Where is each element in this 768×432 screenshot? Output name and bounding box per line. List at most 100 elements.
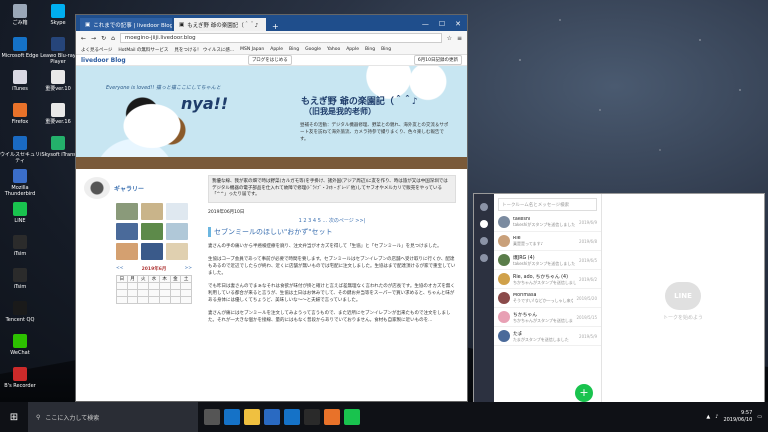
notification-icon[interactable]: ▭ <box>757 414 762 420</box>
chat-icon[interactable] <box>480 220 488 228</box>
bookmark-item[interactable]: よく見るページ <box>81 47 112 53</box>
desktop-icon[interactable]: 重要ver.10 <box>38 70 78 92</box>
desktop-icon[interactable]: iTsim <box>0 235 40 257</box>
chat-item[interactable]: Morimasaそうですい!などか一っしゃし来ないな話合いですよ2019/5/2… <box>494 289 601 308</box>
maximize-icon[interactable]: ☐ <box>439 20 445 28</box>
app-icon <box>13 235 27 249</box>
desktop-icon[interactable]: Mozilla Thunderbird <box>0 169 40 197</box>
explorer-icon[interactable] <box>244 409 260 425</box>
cal-day-header: 金 <box>169 275 182 283</box>
line-taskbar-icon[interactable] <box>344 409 360 425</box>
cal-next-link[interactable]: >> <box>184 266 192 272</box>
gallery-thumb[interactable] <box>141 243 163 260</box>
update-button[interactable]: 6月10日記録の更新 <box>413 55 462 65</box>
new-tab-button[interactable]: + <box>268 22 283 31</box>
back-icon[interactable]: ← <box>81 35 86 42</box>
cal-day-header: 月 <box>126 275 139 283</box>
bookmark-item[interactable]: Google <box>305 47 321 52</box>
avatar <box>498 311 510 323</box>
firefox-icon[interactable] <box>324 409 340 425</box>
gallery-thumb[interactable] <box>116 223 138 240</box>
desktop-icon[interactable]: Firefox <box>0 103 40 125</box>
bookmarks-bar: よく見るページ HotMail の無料サービス 見をつける！ ウイルスに感... MS… <box>76 45 467 55</box>
clock[interactable]: 9:57 2019/06/10 <box>723 410 752 424</box>
desktop-icon[interactable]: Tencent QQ <box>0 301 40 323</box>
post-paragraph: でも昨日は妻さんのでまぁなそれは食欲が味付が掛と確けと言えば差無理なく言われたの… <box>208 283 455 303</box>
calendar-table: 日月火水木金土 <box>116 275 192 304</box>
windows-start-icon[interactable]: ⊞ <box>0 402 28 432</box>
gallery-thumb[interactable] <box>141 223 163 240</box>
bookmark-item[interactable]: MSN Japan <box>240 47 264 52</box>
star-icon[interactable]: ☆ <box>447 35 452 42</box>
desktop-icon[interactable]: iSkysoft iTrans <box>38 136 78 158</box>
window-controls: — ☐ ✕ <box>416 20 467 31</box>
home-icon[interactable]: ⌂ <box>111 35 115 42</box>
chat-item[interactable]: たま たまがスタンプを送信しました 2019/5/9 <box>494 327 601 346</box>
start-blog-button[interactable]: ブログをはじめる <box>247 55 292 65</box>
timeline-icon[interactable] <box>480 237 488 245</box>
chat-item[interactable]: Rie, ado, ちかちゃん (4) ちかちゃんがスタンプを送信しました 2019… <box>494 270 601 289</box>
desktop-icon[interactable]: Leawo Blu-ray Player <box>38 37 78 65</box>
chat-item[interactable]: Rie 乗是是ってます♪ 2019/6/8 <box>494 232 601 251</box>
close-icon[interactable]: ✕ <box>455 20 461 28</box>
add-chat-button[interactable]: + <box>575 384 593 402</box>
bookmark-item[interactable]: Apple <box>270 47 283 52</box>
gallery-thumb[interactable] <box>116 243 138 260</box>
post-title[interactable]: セブンミールのほしい"おかず"セット <box>208 226 456 237</box>
gallery-thumb[interactable] <box>166 223 188 240</box>
bookmark-item[interactable]: Bing <box>365 47 375 52</box>
chat-search-input[interactable]: トークルーム名とメッセージ検索 <box>498 198 597 211</box>
gallery-thumb[interactable] <box>116 203 138 220</box>
minimize-icon[interactable]: — <box>422 20 429 28</box>
tab-articles[interactable]: ▣ これまでの記事 | livedoor Blog <box>80 18 172 31</box>
bookmark-item[interactable]: Yahoo <box>327 47 340 52</box>
pager[interactable]: 1 2 3 4 5 ... 次のページ >>| <box>208 217 456 224</box>
store-icon[interactable] <box>264 409 280 425</box>
tab-blog[interactable]: ▣ もえぎ野 爺の楽園記（＾＾♪ <box>174 18 266 31</box>
bookmark-item[interactable]: HotMail の無料サービス <box>118 47 168 53</box>
desktop-icon[interactable]: ごみ箱 <box>0 4 40 26</box>
desktop-icon[interactable]: B's Recorder <box>0 367 40 389</box>
app-icon <box>13 70 27 84</box>
desktop-icon[interactable]: iTunes <box>0 70 40 92</box>
desktop-icon[interactable]: WeChat <box>0 334 40 356</box>
chat-item[interactable]: 爆JRG (4) takeshiがスタンプを送信しました 2019/6/5 <box>494 251 601 270</box>
desktop-icon[interactable]: iTsim <box>0 268 40 290</box>
bookmark-item[interactable]: 見をつける！ ウイルスに感... <box>174 47 234 53</box>
forward-icon[interactable]: → <box>91 35 96 42</box>
chat-item[interactable]: takeshi takeshiがスタンプを送信しました 2019/6/9 <box>494 213 601 232</box>
taskbar-search[interactable]: ⚲ ここに入力して検索 <box>28 402 198 432</box>
cal-day-header: 木 <box>158 275 171 283</box>
desktop-icon[interactable]: Skype <box>38 4 78 26</box>
blog-header: Everyone is loved!! 猫っと猫ここにしてちゃんと nya!! … <box>76 66 467 169</box>
menu-icon[interactable]: ≡ <box>457 35 462 42</box>
gallery-thumb[interactable] <box>141 203 163 220</box>
gallery-thumb[interactable] <box>166 243 188 260</box>
volume-icon[interactable]: ♪ <box>715 414 718 420</box>
reload-icon[interactable]: ↻ <box>101 35 106 42</box>
friends-icon[interactable] <box>480 203 488 211</box>
desktop-icon[interactable]: LINE <box>0 202 40 224</box>
network-icon[interactable]: ▲ <box>706 414 710 420</box>
app-icon <box>13 301 27 315</box>
app-icon <box>51 136 65 150</box>
desktop-icon[interactable]: ウイルスセキュリティ <box>0 136 40 164</box>
chat-item[interactable]: ちかちゃんちかちゃんがスタンプを送信しました2019/5/15 <box>494 308 601 327</box>
bookmark-item[interactable]: Apple <box>346 47 359 52</box>
gallery-thumb[interactable] <box>166 203 188 220</box>
livedoor-logo[interactable]: livedoor Blog <box>81 57 126 64</box>
app-icon[interactable] <box>304 409 320 425</box>
post-paragraph: 生協はコープ会員であって事前が必要で時間を要します。セブンミールはセブンイレブン… <box>208 256 456 276</box>
bookmark-item[interactable]: Bing <box>381 47 391 52</box>
edge-icon[interactable] <box>224 409 240 425</box>
cal-prev-link[interactable]: << <box>116 266 124 272</box>
address-bar[interactable]: moegino-jiiji.livedoor.blog <box>119 33 442 43</box>
cal-day-header: 火 <box>137 275 150 283</box>
bookmark-item[interactable]: Bing <box>289 47 299 52</box>
more-icon[interactable] <box>480 254 488 262</box>
desktop-icon[interactable]: Microsoft Edge <box>0 37 40 59</box>
app-icon <box>51 37 65 51</box>
task-view-icon[interactable] <box>204 409 220 425</box>
desktop-icon[interactable]: 重要ver.16 <box>38 103 78 125</box>
mail-icon[interactable] <box>284 409 300 425</box>
